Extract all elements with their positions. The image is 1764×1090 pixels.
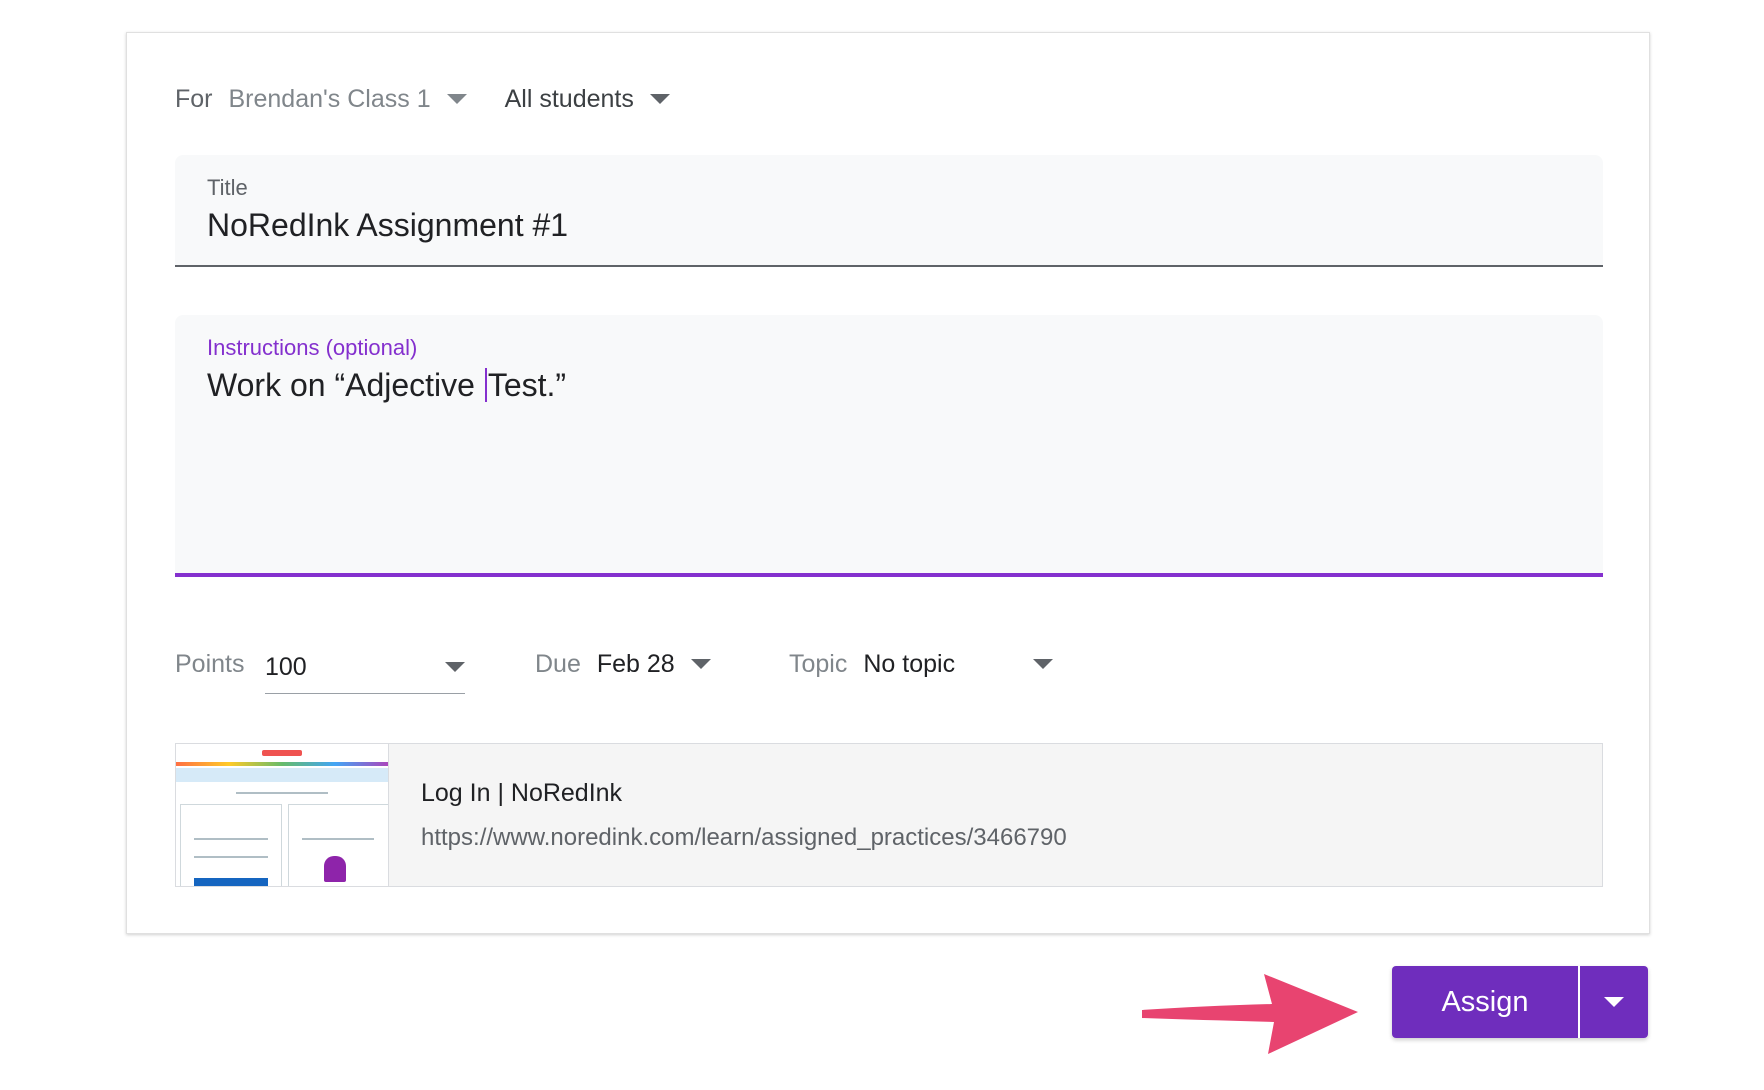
for-label: For [175,84,213,113]
title-field-label: Title [207,175,248,200]
thumbnail-input-line [194,838,268,840]
text-cursor [484,368,487,402]
topic-dropdown-arrow-icon [1033,659,1054,669]
due-select[interactable]: Due Feb 28 [535,641,711,687]
topic-value: No topic [863,649,956,678]
points-dropdown-arrow-icon [445,662,465,672]
assign-button-group: Assign [1392,966,1648,1038]
instructions-text-before-cursor: Work on “Adjective [207,367,484,403]
audience-row: For Brendan's Class 1 All students [175,77,670,121]
points-value: 100 [265,652,307,681]
caret-down-icon [1604,997,1624,1007]
instructions-text-after-cursor: Test.” [487,367,567,403]
attachment-thumbnail [176,744,389,886]
assignment-form-card: For Brendan's Class 1 All students Title… [126,32,1650,934]
assign-button[interactable]: Assign [1392,966,1578,1038]
due-value: Feb 28 [596,649,675,678]
students-select[interactable]: All students [505,85,670,114]
assign-options-button[interactable] [1580,966,1648,1038]
points-select[interactable]: 100 [265,641,465,694]
pointer-arrow-icon [1142,974,1358,1054]
due-label: Due [535,649,581,678]
title-field[interactable]: Title NoRedInk Assignment #1 [175,155,1603,267]
thumbnail-heading-line [236,792,328,794]
instructions-field-label: Instructions (optional) [207,335,418,360]
topic-label: Topic [789,649,848,678]
instructions-field-value[interactable]: Work on “Adjective Test.” [207,367,566,404]
thumbnail-color-bar [176,762,388,766]
points-label: Points [175,649,245,678]
thumbnail-text-line [302,838,374,840]
attachment-url: https://www.noredink.com/learn/assigned_… [421,823,1067,851]
thumbnail-login-column [180,804,282,886]
thumbnail-logo [262,750,302,756]
thumbnail-login-button [194,878,268,886]
link-attachment[interactable]: Log In | NoRedInk https://www.noredink.c… [175,743,1603,887]
points-group: Points [175,641,260,687]
instructions-field[interactable]: Instructions (optional) Work on “Adjecti… [175,315,1603,577]
students-dropdown-arrow-icon [649,94,670,104]
class-select-value: Brendan's Class 1 [228,84,431,113]
topic-select[interactable]: Topic No topic [789,641,1054,687]
title-field-value[interactable]: NoRedInk Assignment #1 [207,207,568,244]
class-dropdown-arrow-icon [446,94,467,104]
due-dropdown-arrow-icon [690,659,711,669]
thumbnail-banner [176,768,388,782]
attachment-title: Log In | NoRedInk [421,778,623,807]
class-select[interactable]: Brendan's Class 1 [229,85,467,114]
students-select-value: All students [504,84,634,113]
thumbnail-input-line [194,856,268,858]
attachment-text: Log In | NoRedInk https://www.noredink.c… [389,744,1067,886]
assignment-settings-row: Points 100 Due Feb 28 Topic No topic [175,641,1175,694]
thumbnail-illustration [324,856,346,882]
